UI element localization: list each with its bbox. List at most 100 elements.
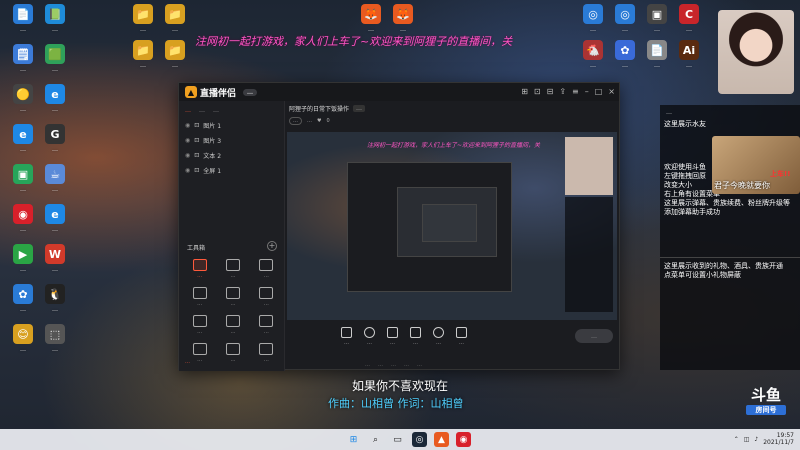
gift-icon[interactable]: ⊞: [521, 87, 528, 96]
edit-button[interactable]: …: [353, 104, 366, 112]
desktop-icon-label: …: [622, 26, 628, 33]
search-icon[interactable]: ⌕: [368, 432, 383, 447]
category-badge[interactable]: …: [289, 117, 302, 125]
tool-button[interactable]: …: [250, 287, 283, 307]
desktop-icon[interactable]: 🐧…: [36, 284, 74, 313]
taskbar: ⊞ ⌕ ▭ ◎ ▲ ◉ ⌃ ◫ ♪ 19:57 2021/11/7: [0, 429, 800, 450]
stream-preview[interactable]: 注网初一起打游戏，家人们上车了~欢迎来到阿狸子的直播间，关: [287, 132, 617, 320]
maximize-icon[interactable]: □: [595, 87, 603, 96]
desktop-icon[interactable]: G…: [36, 124, 74, 153]
desktop-icon[interactable]: 📗…: [36, 4, 74, 33]
tool-label: …: [197, 301, 203, 307]
toolbox-add-icon[interactable]: +: [267, 241, 277, 251]
desktop-icon[interactable]: ⬚…: [36, 324, 74, 353]
menu-icon[interactable]: ≡: [572, 87, 579, 96]
gift-message: 点菜单可设置小礼物屏蔽: [664, 271, 741, 279]
steam-icon[interactable]: ◎: [412, 432, 427, 447]
lock-icon[interactable]: ⊡: [534, 87, 541, 96]
task-view-icon[interactable]: ▭: [390, 432, 405, 447]
desktop-icon[interactable]: Ai…: [670, 40, 708, 69]
preview-avatar: [565, 137, 613, 195]
netease-music-icon[interactable]: ◉: [456, 432, 471, 447]
desktop-icon[interactable]: 🟩…: [36, 44, 74, 73]
desktop-icon-label: …: [52, 346, 58, 353]
close-icon[interactable]: ×: [608, 87, 615, 96]
scene-item[interactable]: ◉ ⊡ 全屏 1: [179, 163, 284, 178]
tool-button[interactable]: …: [216, 259, 249, 279]
lock-icon[interactable]: ⊡: [194, 137, 199, 144]
desktop-icon-label: …: [686, 62, 692, 69]
preview-chat: [565, 197, 613, 312]
streamer-app-icon[interactable]: ▲: [434, 432, 449, 447]
eye-icon[interactable]: ◉: [185, 137, 190, 144]
app-icon: e: [45, 204, 65, 224]
tool-label: …: [230, 357, 236, 363]
room-id: …: [307, 118, 312, 124]
desktop-icon[interactable]: 📁…: [156, 4, 194, 33]
desktop-icon[interactable]: e…: [36, 84, 74, 113]
mic-icon: [433, 327, 444, 338]
scene-item[interactable]: ◉ ⊡ 文本 2: [179, 148, 284, 163]
network-icon[interactable]: ◫: [744, 436, 750, 443]
tool-label: …: [263, 273, 269, 279]
windows-start-icon[interactable]: ⊞: [346, 432, 361, 447]
start-live-button[interactable]: …: [575, 329, 613, 343]
tool-button[interactable]: …: [216, 287, 249, 307]
app-icon: ✿: [13, 284, 33, 304]
eye-icon[interactable]: ◉: [185, 167, 190, 174]
share-icon[interactable]: ⇪: [559, 87, 566, 96]
app-icon: ◎: [615, 4, 635, 24]
camera-button[interactable]: …: [364, 327, 375, 346]
chevron-up-icon[interactable]: ⌃: [734, 436, 739, 443]
mic-button[interactable]: …: [433, 327, 444, 346]
clip-icon[interactable]: ⊟: [547, 87, 554, 96]
eye-icon[interactable]: ◉: [185, 122, 190, 129]
tool-label: …: [263, 329, 269, 335]
tool-button[interactable]: …: [250, 343, 283, 363]
tool-icon: [225, 343, 240, 355]
desktop-icon[interactable]: ☕…: [36, 164, 74, 193]
tool-button[interactable]: …: [216, 343, 249, 363]
desktop-icon-label: …: [686, 26, 692, 33]
eye-icon[interactable]: ◉: [185, 152, 190, 159]
phone-cast-button[interactable]: …: [387, 327, 398, 346]
tool-button[interactable]: …: [250, 315, 283, 335]
lock-icon[interactable]: ⊡: [194, 122, 199, 129]
desktop-icon[interactable]: e…: [36, 204, 74, 233]
desktop-icon[interactable]: 📁…: [156, 40, 194, 69]
app-name: 直播伴侣: [200, 88, 237, 99]
main-panel: ⊞ ⊡ ⊟ ⇪ ≡ – □ × 阿狸子的日常下饭操作 … … … ♥ 0 注网初…: [285, 87, 619, 371]
media-button[interactable]: …: [410, 327, 421, 346]
app-icon: 🐔: [583, 40, 603, 60]
scene-item[interactable]: ◉ ⊡ 图片 3: [179, 133, 284, 148]
scene-item[interactable]: ◉ ⊡ 图片 1: [179, 118, 284, 133]
desktop-icon-label: …: [20, 186, 26, 193]
desktop-icon[interactable]: W…: [36, 244, 74, 273]
clock[interactable]: 19:57 2021/11/7: [763, 432, 794, 446]
scene-label: 全屏 1: [203, 168, 222, 175]
tool-button[interactable]: …: [183, 315, 216, 335]
minimize-icon[interactable]: –: [585, 87, 589, 96]
tool-button[interactable]: …: [216, 315, 249, 335]
volume-icon[interactable]: ♪: [754, 436, 758, 443]
tab-live-scene[interactable]: …: [185, 107, 191, 114]
desktop-icon[interactable]: C…: [670, 4, 708, 33]
tool-icon: [192, 343, 207, 355]
speaker-button[interactable]: …: [456, 327, 467, 346]
tab-2[interactable]: …: [199, 107, 205, 114]
control-label: …: [459, 340, 464, 346]
lock-icon[interactable]: ⊡: [194, 152, 199, 159]
tool-button[interactable]: …: [183, 259, 216, 279]
stat: …: [378, 362, 383, 368]
desktop-icon-label: …: [20, 266, 26, 273]
app-icon: ▣: [13, 164, 33, 184]
tool-button[interactable]: …: [183, 287, 216, 307]
tab-3[interactable]: …: [213, 107, 219, 114]
footer-link[interactable]: …: [185, 359, 190, 365]
tool-button[interactable]: …: [250, 259, 283, 279]
desktop-icon[interactable]: 🦊…: [384, 4, 422, 33]
tool-icon: [225, 287, 240, 299]
tool-label: …: [230, 301, 236, 307]
screen-capture-button[interactable]: …: [341, 327, 352, 346]
lock-icon[interactable]: ⊡: [194, 167, 199, 174]
